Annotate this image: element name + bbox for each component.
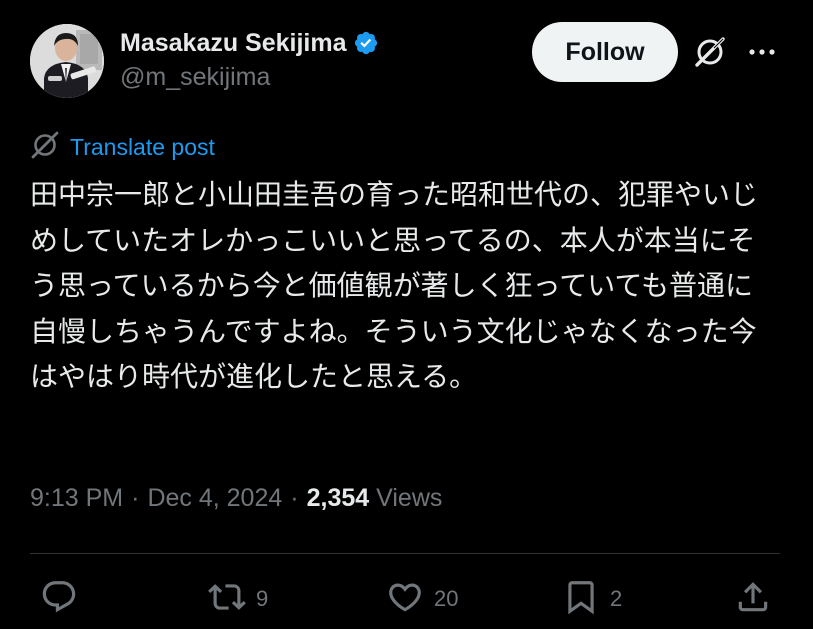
post-time[interactable]: 9:13 PM (30, 484, 123, 513)
share-button[interactable] (734, 579, 772, 619)
bookmark-count: 2 (610, 586, 623, 611)
meta-separator: · (131, 484, 140, 512)
author-name[interactable]: Masakazu Sekijima (120, 29, 347, 58)
like-button[interactable]: 20 (386, 579, 458, 619)
author-name-row[interactable]: Masakazu Sekijima (120, 26, 379, 60)
translate-icon (30, 130, 60, 164)
grok-icon[interactable] (692, 34, 728, 70)
translate-post-label[interactable]: Translate post (70, 134, 215, 161)
follow-button[interactable]: Follow (532, 22, 678, 82)
avatar[interactable] (30, 24, 104, 98)
post-date[interactable]: Dec 4, 2024 (147, 484, 282, 513)
reply-button[interactable] (40, 579, 88, 619)
repost-icon (208, 578, 246, 620)
post-meta: 9:13 PM · Dec 4, 2024 · 2,354 Views (30, 484, 442, 513)
meta-separator: · (290, 484, 299, 512)
verified-badge-icon[interactable] (353, 30, 379, 56)
share-icon (734, 578, 772, 620)
divider (30, 553, 780, 554)
post-text: 田中宗一郎と小山田圭吾の育った昭和世代の、犯罪やいじめしていたオレかっこいいと思… (30, 178, 759, 394)
author-handle[interactable]: @m_sekijima (120, 63, 270, 92)
post-card: Masakazu Sekijima @m_sekijima Follow Tra… (0, 0, 813, 629)
bookmark-icon (562, 578, 600, 620)
bookmark-button[interactable]: 2 (562, 579, 622, 619)
views-count: 2,354 (306, 484, 370, 512)
heart-icon (386, 578, 424, 620)
translate-post-link[interactable]: Translate post (30, 131, 215, 163)
more-icon[interactable] (746, 40, 778, 64)
reply-icon (40, 578, 78, 620)
avatar-photo (30, 24, 104, 98)
like-count: 20 (434, 586, 459, 611)
views-label: Views (376, 484, 443, 512)
repost-count: 9 (256, 586, 269, 611)
repost-button[interactable]: 9 (208, 579, 268, 619)
